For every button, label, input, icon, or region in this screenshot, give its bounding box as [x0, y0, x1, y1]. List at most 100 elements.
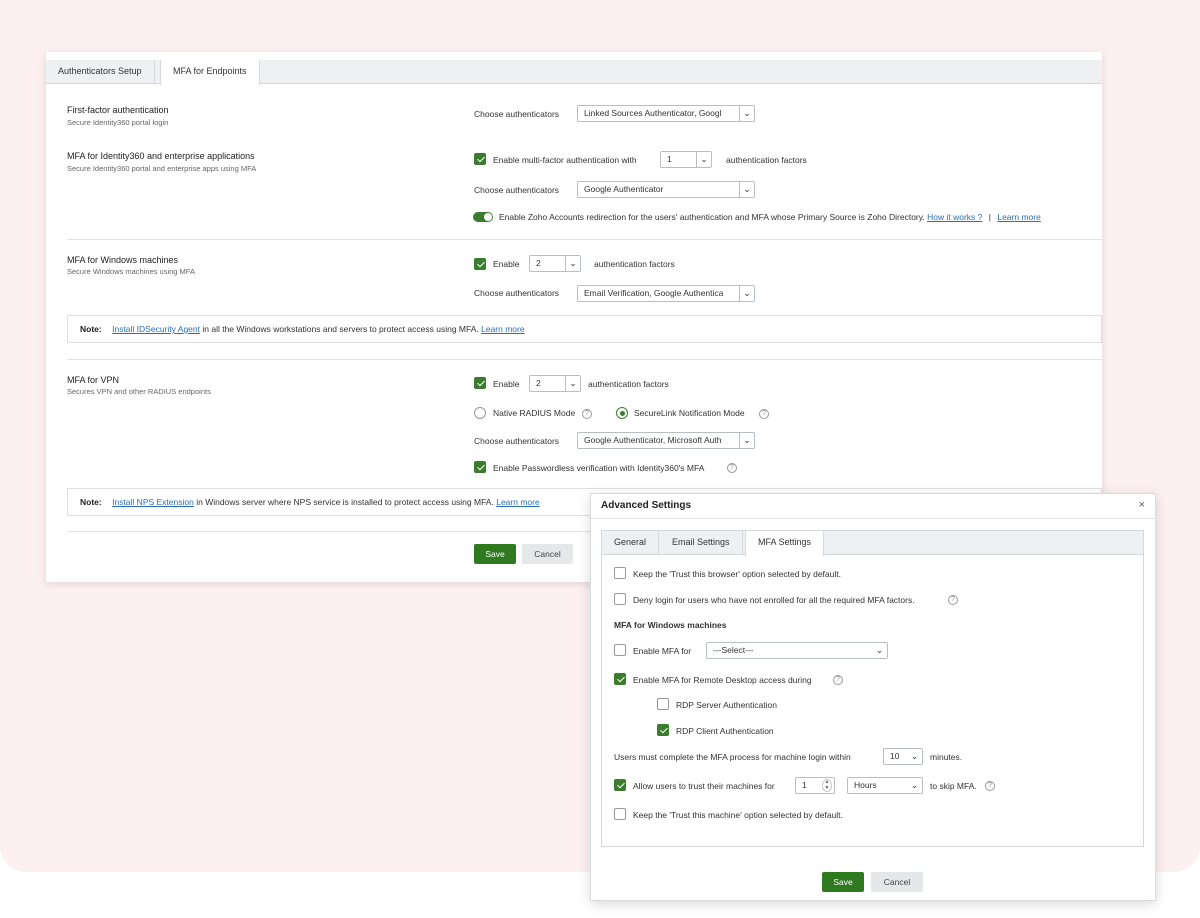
enable-mfa-for-select[interactable]: ---Select--- ⌄: [706, 642, 888, 659]
complete-mfa-minutes-select[interactable]: 10 ⌄: [883, 748, 923, 765]
chevron-down-icon: ⌄: [739, 106, 754, 121]
trust-browser-checkbox[interactable]: [614, 567, 626, 579]
securelink-label: SecureLink Notification Mode: [634, 408, 745, 418]
link-separator: |: [988, 212, 991, 222]
how-it-works-link[interactable]: How it works ?: [927, 212, 982, 222]
native-radius-label: Native RADIUS Mode: [493, 408, 576, 418]
trust-machine-default-checkbox[interactable]: [614, 808, 626, 820]
rdp-mfa-checkbox[interactable]: [614, 673, 626, 685]
section-divider: [67, 239, 1102, 240]
help-icon[interactable]: ?: [582, 409, 592, 419]
securelink-radio[interactable]: [616, 407, 628, 419]
section-divider: [67, 359, 1102, 360]
mfa-windows-enable-checkbox[interactable]: [474, 258, 486, 270]
chevron-down-icon: ⌄: [907, 749, 922, 764]
help-icon[interactable]: ?: [948, 595, 958, 605]
deny-login-label: Deny login for users who have not enroll…: [633, 595, 915, 605]
mfa-apps-choose-label: Choose authenticators: [474, 185, 560, 195]
first-factor-authenticators-select[interactable]: Linked Sources Authenticator, Googl ⌄: [577, 105, 755, 122]
first-factor-subtitle: Secure Identity360 portal login: [67, 118, 169, 127]
vpn-note-learn-more-link[interactable]: Learn more: [496, 497, 539, 507]
tab-general[interactable]: General: [602, 531, 660, 555]
help-icon[interactable]: ?: [985, 781, 995, 791]
tab-bar: Authenticators Setup MFA for Endpoints: [46, 60, 1102, 85]
chevron-down-icon: ⌄: [739, 433, 754, 448]
native-radius-radio[interactable]: [474, 407, 486, 419]
complete-mfa-suffix: minutes.: [930, 752, 963, 762]
chevron-down-icon: ⌄: [565, 376, 580, 391]
windows-note-text: in all the Windows workstations and serv…: [202, 324, 479, 334]
mfa-apps-subtitle: Secure Identity360 portal and enterprise…: [67, 164, 257, 173]
mfa-vpn-factors-select[interactable]: 2 ⌄: [529, 375, 581, 392]
vpn-note-label: Note:: [80, 497, 102, 507]
mfa-vpn-title: MFA for VPN: [67, 375, 120, 385]
rdp-server-checkbox[interactable]: [657, 698, 669, 710]
mfa-windows-title: MFA for Windows machines: [67, 255, 179, 265]
trust-duration-stepper[interactable]: 1 ▲ ▼: [795, 777, 835, 794]
mfa-windows-authenticators-select[interactable]: Email Verification, Google Authentica ⌄: [577, 285, 755, 302]
first-factor-title: First-factor authentication: [67, 105, 169, 115]
rdp-mfa-label: Enable MFA for Remote Desktop access dur…: [633, 675, 812, 685]
rdp-server-label: RDP Server Authentication: [676, 700, 777, 710]
mfa-apps-title: MFA for Identity360 and enterprise appli…: [67, 151, 255, 161]
mfa-apps-factors-select[interactable]: 1 ⌄: [660, 151, 712, 168]
mfa-windows-factors-select[interactable]: 2 ⌄: [529, 255, 581, 272]
install-nps-extension-link[interactable]: Install NPS Extension: [112, 497, 194, 507]
chevron-down-icon: ⌄: [739, 182, 754, 197]
dialog-save-button[interactable]: Save: [822, 872, 864, 892]
close-icon[interactable]: ×: [1139, 499, 1145, 511]
zoho-redirection-label: Enable Zoho Accounts redirection for the…: [499, 212, 925, 222]
zoho-learn-more-link[interactable]: Learn more: [997, 212, 1040, 222]
enable-mfa-for-checkbox[interactable]: [614, 644, 626, 656]
mfa-windows-factors-label: authentication factors: [594, 259, 675, 269]
mfa-windows-choose-label: Choose authenticators: [474, 288, 560, 298]
mfa-apps-factors-label: authentication factors: [726, 155, 807, 165]
passwordless-checkbox[interactable]: [474, 461, 486, 473]
mfa-vpn-authenticators-select[interactable]: Google Authenticator, Microsoft Auth ⌄: [577, 432, 755, 449]
tab-email-settings[interactable]: Email Settings: [660, 531, 743, 555]
rdp-client-label: RDP Client Authentication: [676, 726, 774, 736]
enable-mfa-for-label: Enable MFA for: [633, 646, 692, 656]
chevron-down-icon: ⌄: [872, 643, 887, 658]
tab-mfa-for-endpoints[interactable]: MFA for Endpoints: [160, 60, 260, 85]
zoho-redirection-line: Enable Zoho Accounts redirection for the…: [499, 212, 1041, 222]
cancel-button[interactable]: Cancel: [522, 544, 573, 564]
mfa-vpn-enable-label: Enable: [493, 379, 520, 389]
trust-machines-checkbox[interactable]: [614, 779, 626, 791]
stepper-arrows-icon[interactable]: ▲ ▼: [822, 779, 832, 792]
dialog-divider: [591, 518, 1157, 519]
dialog-body: General Email Settings MFA Settings Keep…: [601, 530, 1144, 847]
deny-login-checkbox[interactable]: [614, 593, 626, 605]
trust-machines-label: Allow users to trust their machines for: [633, 781, 775, 791]
mfa-apps-authenticators-select[interactable]: Google Authenticator ⌄: [577, 181, 755, 198]
mfa-vpn-subtitle: Secures VPN and other RADIUS endpoints: [67, 387, 211, 396]
complete-mfa-label: Users must complete the MFA process for …: [614, 752, 851, 762]
mfa-windows-subtitle: Secure Windows machines using MFA: [67, 267, 195, 276]
zoho-redirection-toggle[interactable]: [473, 212, 493, 222]
mfa-apps-enable-checkbox[interactable]: [474, 153, 486, 165]
mfa-apps-enable-label: Enable multi-factor authentication with: [493, 155, 637, 165]
help-icon[interactable]: ?: [833, 675, 843, 685]
tab-mfa-settings[interactable]: MFA Settings: [745, 531, 825, 556]
windows-note-label: Note:: [80, 324, 102, 334]
save-button[interactable]: Save: [474, 544, 516, 564]
windows-note: Note: Install IDSecurity Agent in all th…: [67, 315, 1102, 343]
help-icon[interactable]: ?: [727, 463, 737, 473]
mfa-vpn-factors-label: authentication factors: [588, 379, 669, 389]
dialog-cancel-button[interactable]: Cancel: [871, 872, 923, 892]
rdp-client-checkbox[interactable]: [657, 724, 669, 736]
install-idsecurity-agent-link[interactable]: Install IDSecurity Agent: [112, 324, 200, 334]
chevron-down-icon: ⌄: [739, 286, 754, 301]
mfa-vpn-choose-label: Choose authenticators: [474, 436, 560, 446]
mfa-windows-enable-label: Enable: [493, 259, 520, 269]
mfa-vpn-enable-checkbox[interactable]: [474, 377, 486, 389]
chevron-down-icon: ⌄: [565, 256, 580, 271]
windows-note-learn-more-link[interactable]: Learn more: [481, 324, 524, 334]
trust-unit-select[interactable]: Hours ⌄: [847, 777, 923, 794]
help-icon[interactable]: ?: [759, 409, 769, 419]
advanced-settings-dialog: Advanced Settings × General Email Settin…: [590, 493, 1157, 901]
dialog-title: Advanced Settings: [601, 500, 692, 511]
chevron-down-icon: ⌄: [907, 778, 922, 793]
passwordless-label: Enable Passwordless verification with Id…: [493, 463, 705, 473]
tab-authenticators-setup[interactable]: Authenticators Setup: [46, 60, 155, 84]
